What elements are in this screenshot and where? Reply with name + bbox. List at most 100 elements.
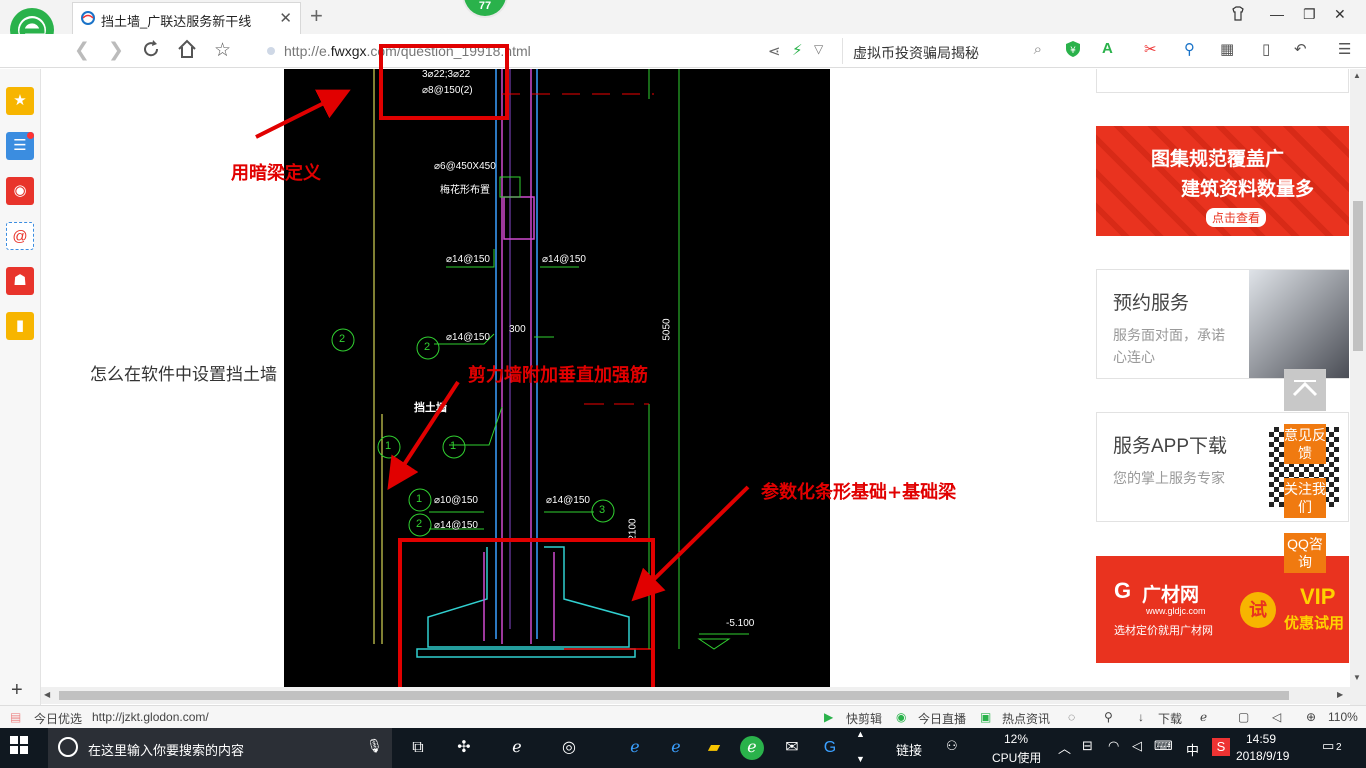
banner-view-button[interactable]: 点击查看	[1206, 208, 1267, 227]
back-to-top-button[interactable]	[1284, 369, 1326, 411]
daily-picks-link[interactable]: 今日优选	[34, 710, 82, 727]
ime-indicator[interactable]: 中	[1186, 740, 1199, 759]
sidebar-game-icon[interactable]: ☗	[6, 267, 34, 295]
scroll-left-icon[interactable]: ◀	[44, 690, 50, 699]
edge-icon[interactable]: ℯ	[623, 736, 647, 760]
speedup-icon[interactable]: ◌	[1068, 710, 1075, 724]
reload-button[interactable]	[141, 39, 161, 59]
people-icon[interactable]: ⚇	[946, 738, 958, 754]
download-link[interactable]: 下载	[1158, 710, 1182, 727]
taskbar-scroll-up-icon[interactable]: ▲	[856, 729, 865, 739]
vertical-scrollbar[interactable]: ▲ ▼	[1350, 69, 1366, 705]
sidebar-add-button[interactable]: +	[11, 679, 23, 702]
sogou-ime-icon[interactable]: S	[1212, 738, 1230, 756]
ie-mode-icon[interactable]: ℯ	[1200, 710, 1207, 724]
restore-button[interactable]: ❐	[1303, 6, 1316, 23]
wifi-icon[interactable]: ◠	[1108, 738, 1119, 754]
live-icon[interactable]: ◉	[896, 710, 906, 724]
clip-icon[interactable]: ▶	[824, 710, 833, 724]
mode-dropdown-icon[interactable]: ▽	[814, 42, 823, 56]
news-link[interactable]: 热点资讯	[1002, 710, 1050, 727]
news-icon[interactable]: ▣	[980, 710, 991, 724]
task-view-icon[interactable]: ⧉	[406, 736, 430, 760]
mail-icon[interactable]: ✉	[780, 736, 804, 760]
feedback-button[interactable]: 意见反馈	[1284, 424, 1326, 464]
browser-taskbar-icon[interactable]: ℯ	[740, 736, 764, 760]
horizontal-scroll-thumb[interactable]	[59, 691, 1289, 700]
find-icon[interactable]: ⚲	[1184, 40, 1195, 58]
pinwheel-app-icon[interactable]: ✣	[452, 736, 476, 760]
volume-tray-icon[interactable]: ◁	[1132, 738, 1142, 754]
search-query[interactable]: 虚拟币投资骗局揭秘	[853, 43, 979, 63]
app-swirl-icon[interactable]: ◎	[557, 736, 581, 760]
new-tab-button[interactable]: +	[310, 3, 323, 29]
favorite-star-icon[interactable]: ☆	[214, 39, 231, 62]
menu-icon[interactable]: ☰	[1338, 40, 1351, 58]
minimize-button[interactable]: —	[1270, 6, 1284, 22]
cad-dimension: 5050	[661, 318, 673, 341]
notification-badge[interactable]: 77	[462, 0, 508, 18]
skin-icon[interactable]	[1230, 6, 1246, 22]
clip-link[interactable]: 快剪辑	[846, 710, 882, 727]
clock-date[interactable]: 2018/9/19	[1236, 749, 1289, 763]
gift-icon[interactable]: ▤	[10, 710, 21, 724]
live-link[interactable]: 今日直播	[918, 710, 966, 727]
ie-icon[interactable]: ℯ	[664, 736, 688, 760]
search-icon[interactable]: ⌕	[1034, 41, 1042, 58]
sidebar-mail-icon[interactable]: @	[6, 222, 34, 250]
site-info-icon[interactable]	[266, 46, 276, 56]
tray-app-icon[interactable]: ⊟	[1082, 738, 1093, 754]
gldjc-try-badge: 试	[1240, 592, 1276, 628]
keyboard-icon[interactable]: ⌨	[1154, 738, 1173, 754]
cpu-percent: 12%	[1004, 732, 1029, 746]
search-box[interactable]: 虚拟币投资骗局揭秘 ⌕	[842, 38, 1052, 64]
forward-button[interactable]: ❯	[108, 39, 124, 62]
sidebar-notes-icon[interactable]: ▮	[6, 312, 34, 340]
action-center-icon[interactable]: ▭	[1322, 738, 1334, 754]
home-button[interactable]	[177, 39, 197, 59]
file-explorer-icon[interactable]: ▰	[702, 736, 726, 760]
vertical-scroll-thumb[interactable]	[1353, 201, 1363, 351]
undo-close-icon[interactable]: ↶	[1294, 40, 1307, 58]
address-bar[interactable]: http://e.fwxgx.com/question_19918.html ⋖…	[258, 38, 833, 64]
back-button[interactable]: ❮	[74, 39, 90, 62]
zoom-icon[interactable]: ⊕	[1306, 710, 1316, 724]
reader-icon[interactable]: ▯	[1262, 40, 1270, 58]
download-icon[interactable]: ↓	[1138, 710, 1144, 724]
translate-icon[interactable]: A	[1102, 40, 1113, 57]
appointment-service-card[interactable]: 预约服务 服务面对面，承诺心连心	[1096, 269, 1349, 379]
shield-icon[interactable]: ¥	[1064, 40, 1082, 58]
share-icon[interactable]: ⋖	[768, 42, 781, 60]
volume-icon[interactable]: ◁	[1272, 710, 1281, 724]
clock-time[interactable]: 14:59	[1246, 732, 1276, 746]
window-icon[interactable]: ▢	[1238, 710, 1249, 724]
taskbar-link-toolbar[interactable]: 链接	[896, 740, 922, 759]
close-window-button[interactable]: ✕	[1334, 6, 1346, 23]
horizontal-scrollbar[interactable]: ◀ ▶	[41, 687, 1350, 704]
browser-tab[interactable]: 挡土墙_广联达服务新干线 ✕	[72, 2, 301, 34]
sidebar-favorites-icon[interactable]: ★	[6, 87, 34, 115]
resource-banner[interactable]: 图集规范覆盖广 建筑资料数量多 点击查看	[1096, 126, 1349, 236]
taskbar-scroll-down-icon[interactable]: ▼	[856, 754, 865, 764]
tray-expand-icon[interactable]: ︿	[1058, 738, 1071, 757]
follow-us-button[interactable]: 关注我们	[1284, 478, 1326, 518]
taskbar-search-box[interactable]: 在这里输入你要搜索的内容 🎙	[48, 728, 392, 768]
speed-mode-icon[interactable]: ⚡	[792, 41, 803, 59]
apps-grid-icon[interactable]: ▦	[1220, 40, 1234, 58]
cad-circle-number: 2	[416, 518, 423, 530]
scroll-up-icon[interactable]: ▲	[1353, 71, 1361, 80]
windows-start-icon[interactable]	[10, 736, 34, 760]
browser-e-icon[interactable]: ℯ	[505, 736, 529, 760]
scroll-down-icon[interactable]: ▼	[1353, 673, 1361, 682]
screenshot-scissors-icon[interactable]: ✂	[1144, 40, 1157, 58]
tab-close-icon[interactable]: ✕	[279, 9, 292, 27]
qq-consult-button[interactable]: QQ咨询	[1284, 533, 1326, 573]
status-bar: ▤ 今日优选 http://jzkt.glodon.com/ ▶ 快剪辑 ◉ 今…	[0, 705, 1366, 728]
pin-icon[interactable]: ⚲	[1104, 710, 1113, 724]
glodon-app-icon[interactable]: G	[818, 736, 842, 760]
url-text[interactable]: http://e.fwxgx.com/question_19918.html	[284, 43, 531, 59]
microphone-icon[interactable]: 🎙	[366, 738, 383, 754]
scroll-right-icon[interactable]: ▶	[1337, 690, 1343, 699]
zoom-level[interactable]: 110%	[1328, 710, 1358, 724]
sidebar-weibo-icon[interactable]: ◉	[6, 177, 34, 205]
